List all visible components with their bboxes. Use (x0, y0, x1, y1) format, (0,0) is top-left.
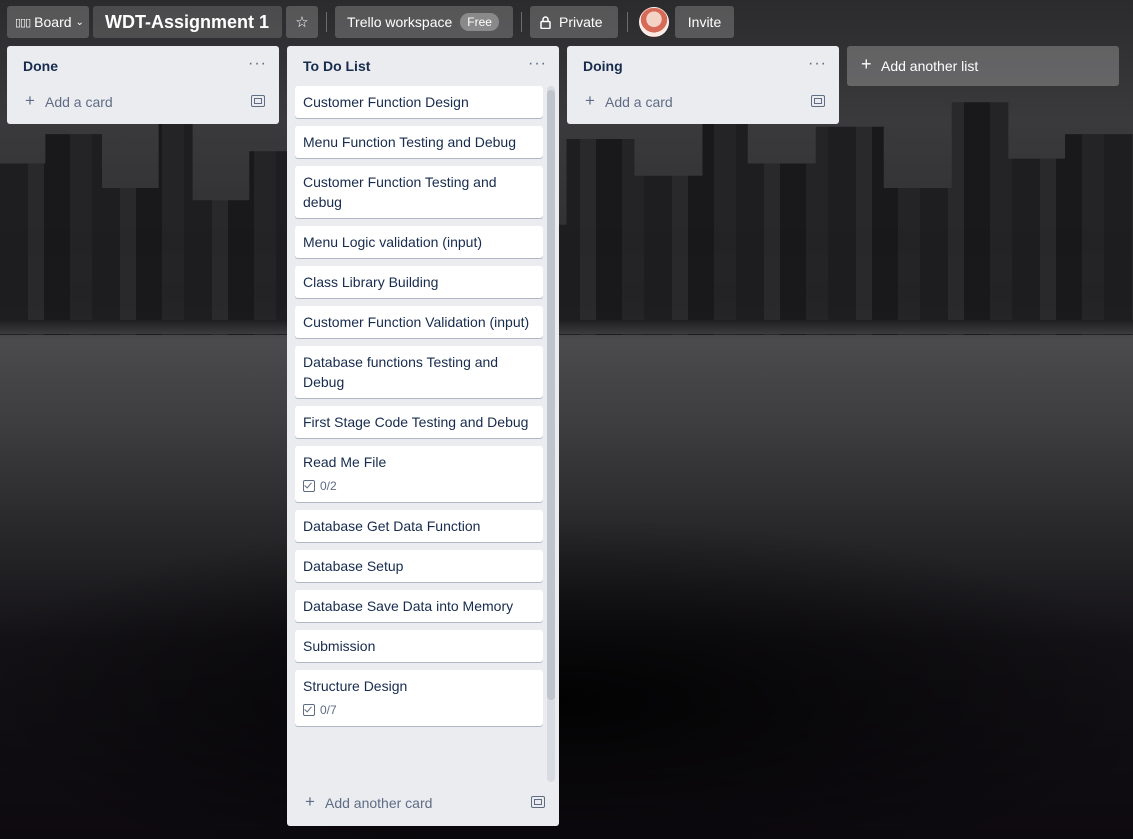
plus-icon: + (585, 91, 595, 110)
card-title: Submission (303, 638, 376, 654)
chevron-down-icon: ⌄ (75, 16, 84, 28)
list-title[interactable]: Done (23, 58, 58, 74)
list-header: Doing ··· (567, 46, 839, 86)
list-title[interactable]: To Do List (303, 58, 370, 74)
list-header: Done ··· (7, 46, 279, 86)
card[interactable]: Menu Function Testing and Debug (295, 126, 543, 158)
checklist-badge: 0/2 (303, 476, 535, 496)
lock-icon (540, 15, 551, 29)
card-title: Structure Design (303, 678, 408, 694)
plus-icon: + (305, 792, 315, 811)
card-title: Customer Function Design (303, 94, 469, 110)
visibility-label: Private (559, 14, 603, 30)
board-view-label: Board (34, 14, 72, 30)
card[interactable]: Database functions Testing and Debug (295, 346, 543, 398)
background-skyline (0, 102, 1133, 335)
more-horizontal-icon[interactable]: ··· (248, 55, 267, 73)
card[interactable]: Read Me File 0/2 (295, 446, 543, 502)
board-title[interactable]: WDT-Assignment 1 (93, 6, 282, 38)
card-title: Read Me File (303, 454, 387, 470)
card-title: Menu Function Testing and Debug (303, 134, 516, 150)
list-scrollbar[interactable] (547, 86, 555, 782)
star-board-button[interactable]: ☆ (286, 6, 318, 38)
background-waterline (0, 320, 1133, 334)
card-title: Customer Function Validation (input) (303, 314, 530, 330)
checklist-icon (303, 704, 315, 716)
visibility-button[interactable]: Private (530, 6, 618, 38)
card[interactable]: Database Save Data into Memory (295, 590, 543, 622)
card[interactable]: Submission (295, 630, 543, 662)
header-divider (326, 12, 327, 32)
more-horizontal-icon[interactable]: ··· (528, 55, 547, 73)
scrollbar-thumb[interactable] (547, 90, 555, 700)
add-card-label: Add another card (325, 795, 433, 811)
card[interactable]: Customer Function Design (295, 86, 543, 118)
member-avatar[interactable] (639, 7, 669, 37)
card-template-icon[interactable] (251, 95, 265, 107)
card[interactable]: Menu Logic validation (input) (295, 226, 543, 258)
add-card-button[interactable]: + Add a card (7, 86, 279, 118)
checklist-count: 0/7 (320, 703, 337, 717)
star-icon: ☆ (295, 14, 309, 31)
card-title: Database Get Data Function (303, 518, 481, 534)
plan-badge: Free (460, 13, 499, 31)
card-title: Database Save Data into Memory (303, 598, 514, 614)
card-template-icon[interactable] (531, 796, 545, 808)
card[interactable]: Structure Design 0/7 (295, 670, 543, 726)
header-divider (627, 12, 628, 32)
invite-button[interactable]: Invite (675, 6, 734, 38)
card[interactable]: Database Setup (295, 550, 543, 582)
card[interactable]: Class Library Building (295, 266, 543, 298)
checklist-count: 0/2 (320, 479, 337, 493)
list-todo: To Do List ··· Customer Function Design M… (287, 46, 559, 826)
card-title: Database Setup (303, 558, 404, 574)
card-title: First Stage Code Testing and Debug (303, 414, 529, 430)
add-card-button[interactable]: + Add a card (567, 86, 839, 118)
card-list: Customer Function Design Menu Function Te… (295, 86, 543, 780)
header-divider (521, 12, 522, 32)
list-header: To Do List ··· (287, 46, 559, 86)
add-list-button[interactable]: + Add another list (847, 46, 1119, 86)
workspace-button[interactable]: Trello workspace Free (335, 6, 513, 38)
checklist-badge: 0/7 (303, 700, 535, 720)
plus-icon: + (861, 54, 872, 74)
card[interactable]: Customer Function Testing and debug (295, 166, 543, 218)
add-card-label: Add a card (45, 94, 113, 110)
card-title: Database functions Testing and Debug (303, 354, 499, 390)
checklist-icon (303, 480, 315, 492)
board-view-switcher[interactable]: ▯▯▯ Board ⌄ (7, 6, 89, 38)
board-icon: ▯▯▯ (15, 16, 31, 29)
card-title: Customer Function Testing and debug (303, 174, 497, 210)
card[interactable]: First Stage Code Testing and Debug (295, 406, 543, 438)
card-template-icon[interactable] (811, 95, 825, 107)
card[interactable]: Customer Function Validation (input) (295, 306, 543, 338)
card-title: Class Library Building (303, 274, 439, 290)
card[interactable]: Database Get Data Function (295, 510, 543, 542)
add-another-card-button[interactable]: + Add another card (287, 782, 559, 826)
board-header: ▯▯▯ Board ⌄ WDT-Assignment 1 ☆ Trello wo… (0, 0, 1133, 44)
list-done: Done ··· + Add a card (7, 46, 279, 124)
list-title[interactable]: Doing (583, 58, 623, 74)
more-horizontal-icon[interactable]: ··· (808, 55, 827, 73)
list-doing: Doing ··· + Add a card (567, 46, 839, 124)
add-card-label: Add a card (605, 94, 673, 110)
card-title: Menu Logic validation (input) (303, 234, 482, 250)
plus-icon: + (25, 91, 35, 110)
add-list-label: Add another list (881, 58, 979, 74)
workspace-label: Trello workspace (347, 14, 453, 30)
